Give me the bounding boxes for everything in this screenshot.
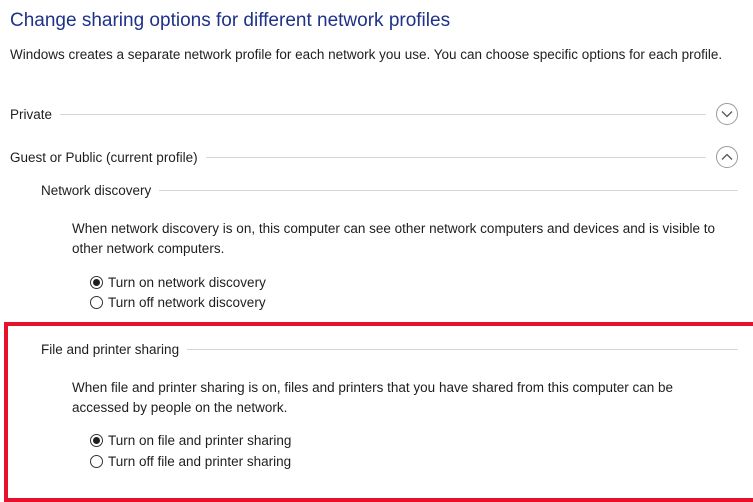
file-printer-sharing-heading: File and printer sharing xyxy=(41,341,180,357)
profile-guest-public-label: Guest or Public (current profile) xyxy=(10,149,198,165)
radio-selected-icon[interactable] xyxy=(90,433,103,447)
radio-label: Turn off network discovery xyxy=(108,294,266,310)
radio-selected-icon[interactable] xyxy=(90,275,103,289)
network-discovery-heading: Network discovery xyxy=(41,182,152,198)
profile-private-label: Private xyxy=(10,106,53,122)
expand-private-button[interactable] xyxy=(716,103,738,125)
page-title: Change sharing options for different net… xyxy=(10,10,451,31)
radio-unselected-icon[interactable] xyxy=(90,454,103,468)
collapse-guest-public-button[interactable] xyxy=(716,146,738,168)
chevron-down-icon xyxy=(721,111,733,118)
page-description: Windows creates a separate network profi… xyxy=(10,47,723,62)
radio-unselected-icon[interactable] xyxy=(90,295,103,309)
file-printer-sharing-description: When file and printer sharing is on, fil… xyxy=(72,380,674,415)
radio-label: Turn on file and printer sharing xyxy=(108,432,292,448)
radio-label: Turn on network discovery xyxy=(108,274,266,290)
radio-turn-off-network-discovery[interactable]: Turn off network discovery xyxy=(90,292,266,312)
file-printer-sharing-header: File and printer sharing xyxy=(41,337,738,361)
radio-turn-on-network-discovery[interactable]: Turn on network discovery xyxy=(90,272,266,292)
divider xyxy=(187,348,738,350)
radio-turn-off-file-printer-sharing[interactable]: Turn off file and printer sharing xyxy=(90,451,291,471)
radio-label: Turn off file and printer sharing xyxy=(108,453,292,469)
profile-guest-public-header[interactable]: Guest or Public (current profile) xyxy=(10,145,738,169)
divider xyxy=(60,113,706,115)
radio-turn-on-file-printer-sharing[interactable]: Turn on file and printer sharing xyxy=(90,430,291,450)
network-discovery-description: When network discovery is on, this compu… xyxy=(72,221,716,256)
chevron-up-icon xyxy=(721,153,733,160)
divider xyxy=(205,156,706,158)
divider xyxy=(159,189,738,191)
network-discovery-header: Network discovery xyxy=(41,178,738,202)
profile-private-header[interactable]: Private xyxy=(10,102,738,126)
